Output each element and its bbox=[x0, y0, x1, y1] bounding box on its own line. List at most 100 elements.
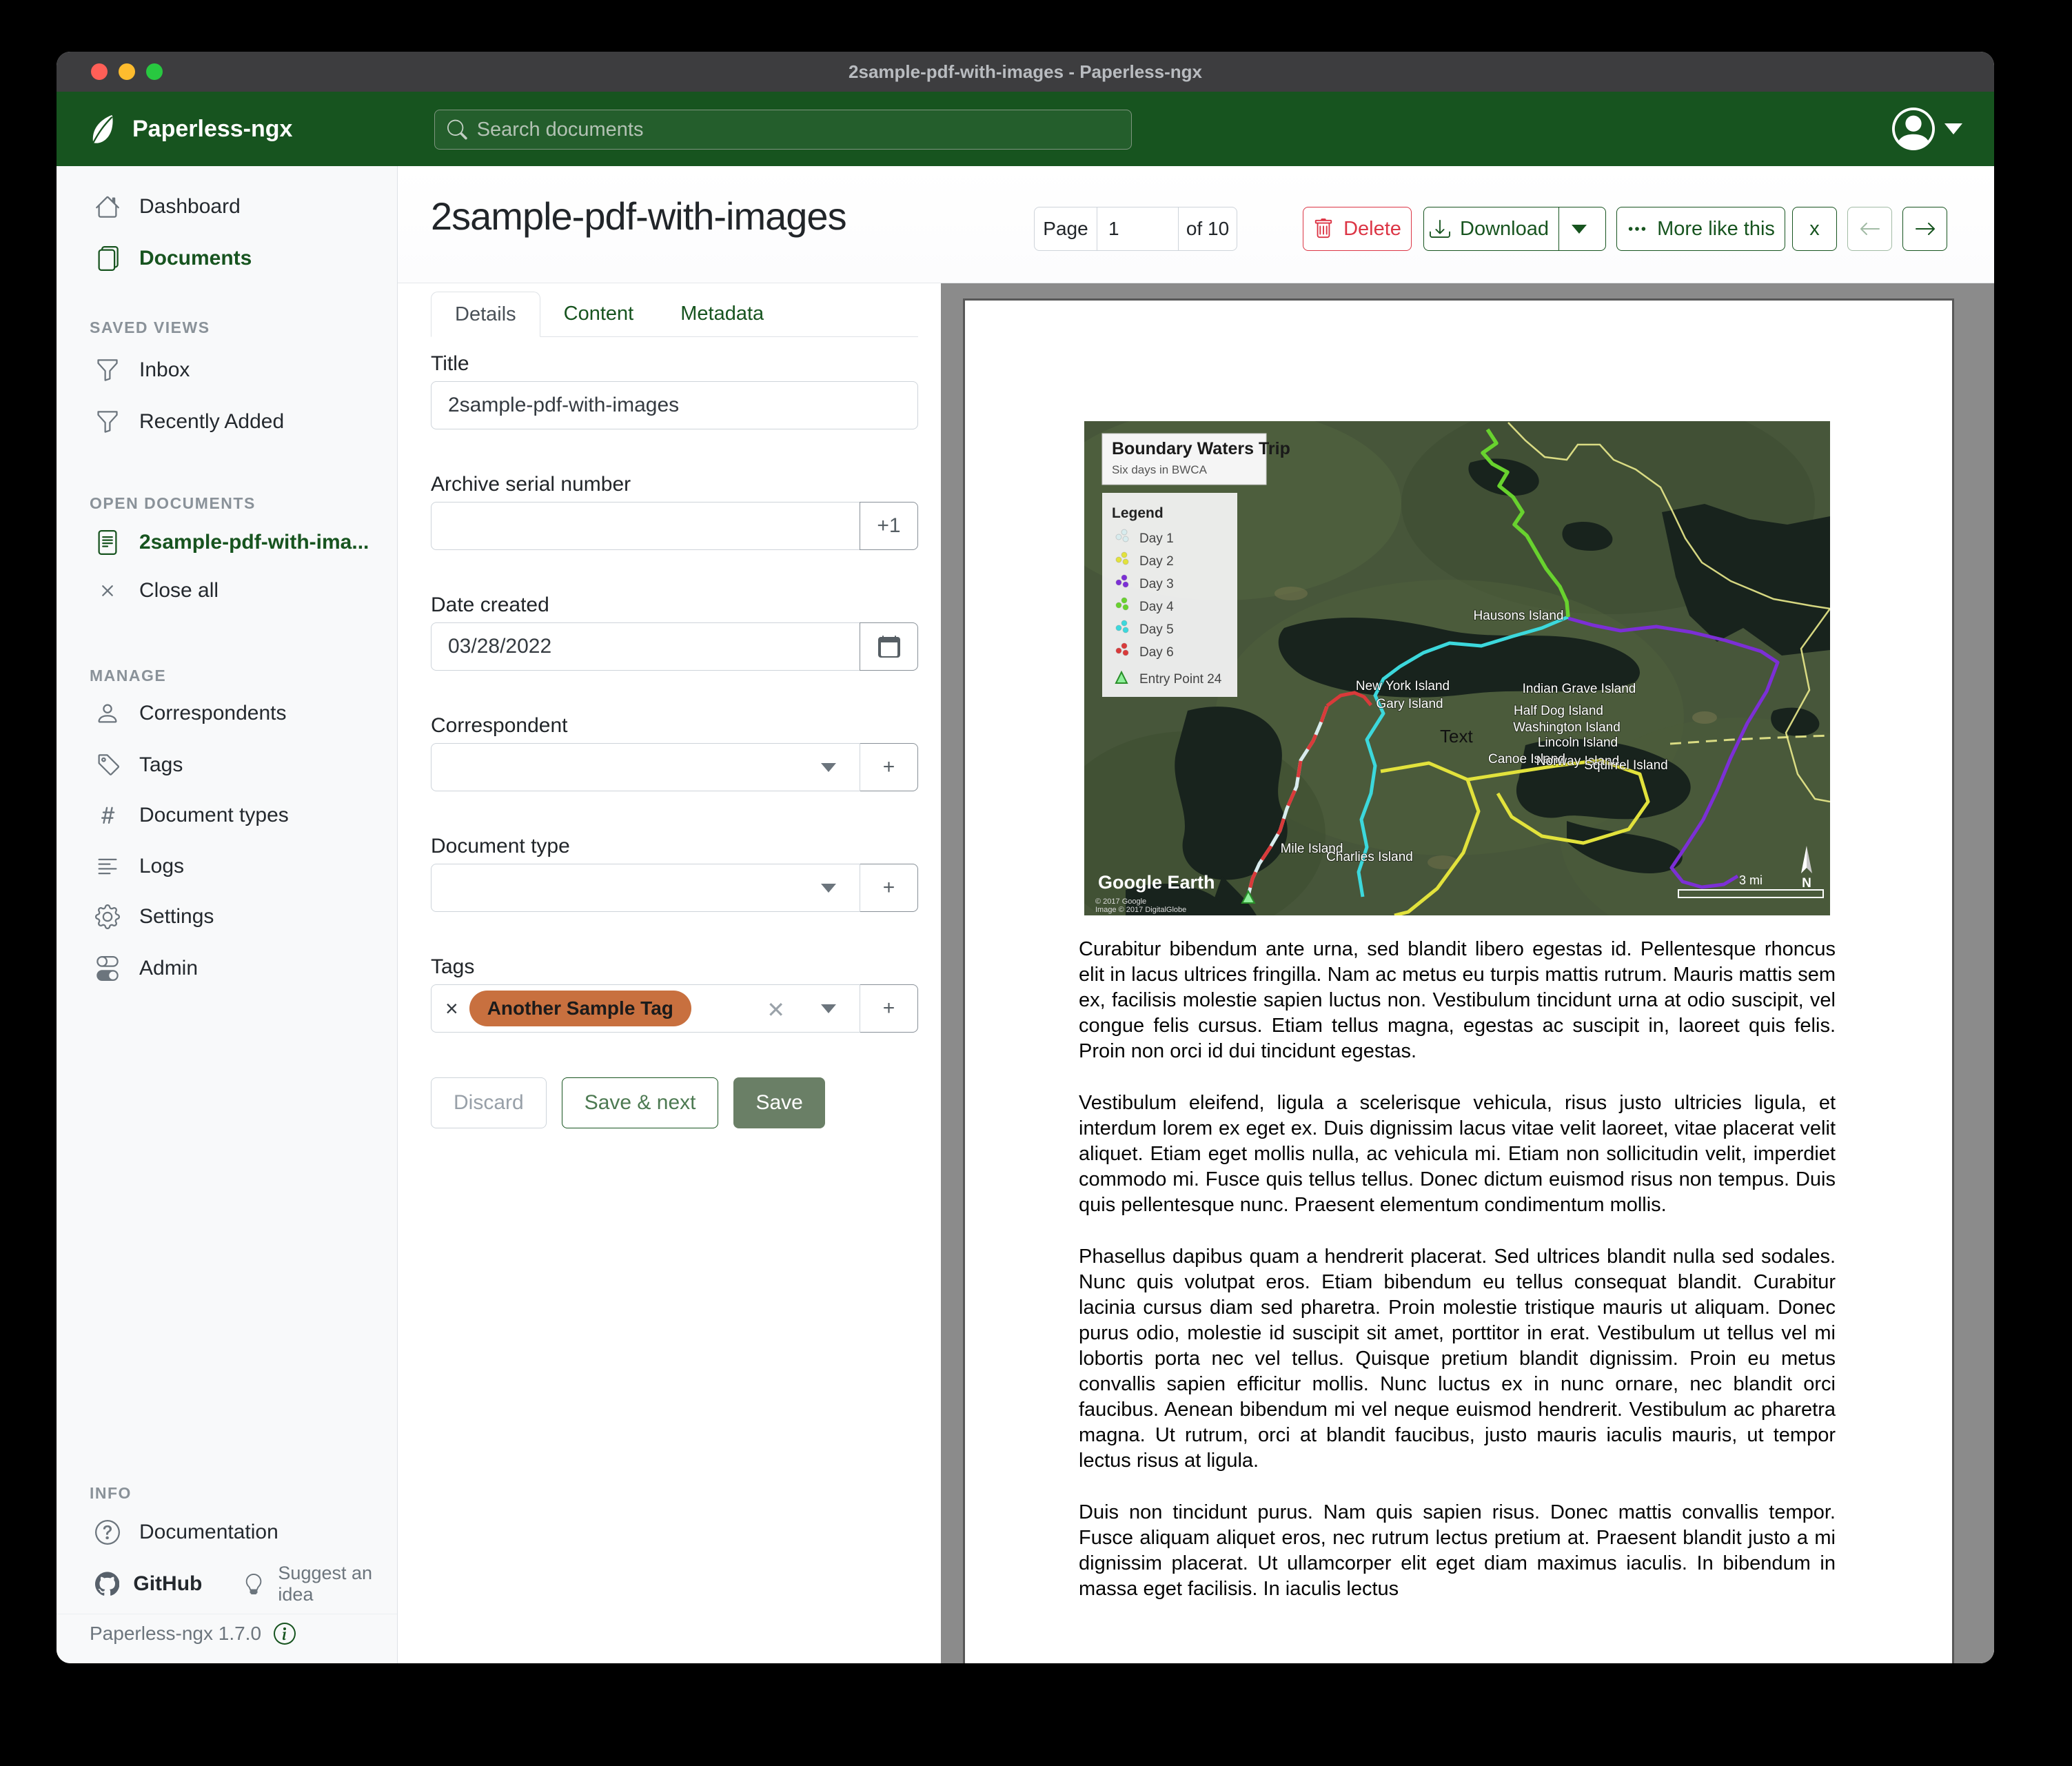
info-icon[interactable] bbox=[274, 1623, 296, 1645]
tab-metadata[interactable]: Metadata bbox=[657, 291, 787, 336]
sidebar-item-admin[interactable]: Admin bbox=[57, 947, 397, 990]
sidebar-item-label: Settings bbox=[139, 905, 214, 928]
user-account-menu[interactable] bbox=[1892, 92, 1962, 166]
svg-text:Charlies Island: Charlies Island bbox=[1326, 850, 1413, 864]
correspondent-select[interactable] bbox=[431, 743, 860, 791]
save-button[interactable]: Save bbox=[733, 1077, 824, 1128]
sidebar-item-inbox[interactable]: Inbox bbox=[57, 349, 397, 392]
sidebar-item-label: 2sample-pdf-with-ima... bbox=[139, 531, 369, 554]
arrow-left-icon bbox=[1859, 218, 1881, 240]
svg-text:Squirrel Island: Squirrel Island bbox=[1584, 758, 1667, 773]
pdf-paragraph: Vestibulum eleifend, ligula a scelerisqu… bbox=[1079, 1090, 1836, 1218]
sidebar-item-label: Document types bbox=[139, 804, 289, 827]
more-like-this-button[interactable]: More like this bbox=[1616, 207, 1785, 251]
legend-label: Day 6 bbox=[1139, 645, 1174, 660]
document-type-label: Document type bbox=[431, 835, 918, 858]
asn-field-label: Archive serial number bbox=[431, 473, 918, 496]
svg-text:Lincoln Island: Lincoln Island bbox=[1538, 735, 1618, 750]
sidebar-item-dashboard[interactable]: Dashboard bbox=[57, 185, 397, 228]
sidebar-item-correspondents[interactable]: Correspondents bbox=[57, 692, 397, 735]
brand[interactable]: Paperless-ngx bbox=[88, 92, 292, 166]
page-number-input[interactable] bbox=[1097, 218, 1178, 240]
funnel-icon bbox=[95, 409, 120, 434]
google-earth-logo: Google Earth bbox=[1098, 872, 1215, 893]
map-subtitle: Six days in BWCA bbox=[1112, 463, 1208, 476]
discard-button[interactable]: Discard bbox=[431, 1077, 547, 1128]
github-icon[interactable] bbox=[95, 1570, 119, 1598]
download-options-button[interactable] bbox=[1558, 207, 1600, 251]
asn-input[interactable] bbox=[431, 502, 860, 550]
tags-select[interactable]: × Another Sample Tag ✕ bbox=[431, 984, 860, 1033]
main-content: 2sample-pdf-with-images Page of 10 Delet… bbox=[398, 166, 1994, 1663]
suggest-idea-link[interactable]: Suggest an idea bbox=[278, 1563, 397, 1605]
add-tag-button[interactable]: + bbox=[860, 984, 918, 1033]
download-icon bbox=[1430, 219, 1450, 239]
form-actions: Discard Save & next Save bbox=[431, 1077, 918, 1128]
window-controls bbox=[91, 63, 163, 80]
sidebar-item-logs[interactable]: Logs bbox=[57, 845, 397, 888]
arrow-right-icon bbox=[1914, 218, 1936, 240]
download-button[interactable]: Download bbox=[1423, 207, 1606, 251]
download-button-label: Download bbox=[1460, 218, 1549, 241]
search-input[interactable] bbox=[477, 119, 1119, 141]
sidebar-item-documentation[interactable]: Documentation bbox=[57, 1511, 397, 1554]
close-document-button[interactable]: x bbox=[1792, 207, 1837, 251]
sidebar-item-close-all[interactable]: Close all bbox=[57, 569, 397, 612]
zoom-window-button[interactable] bbox=[146, 63, 163, 80]
pdf-preview-pane[interactable]: Boundary Waters Trip Six days in BWCA Le… bbox=[941, 283, 1994, 1663]
asn-increment-button[interactable]: +1 bbox=[860, 502, 918, 550]
document-type-select[interactable] bbox=[431, 864, 860, 912]
map-copyright2: Image © 2017 DigitalGlobe bbox=[1095, 906, 1186, 914]
search-bar[interactable] bbox=[434, 110, 1132, 150]
remove-tag-icon[interactable]: × bbox=[445, 997, 458, 1019]
date-created-input[interactable] bbox=[431, 622, 860, 671]
sidebar-item-tags[interactable]: Tags bbox=[57, 744, 397, 786]
file-text-icon bbox=[95, 530, 120, 555]
add-document-type-button[interactable]: + bbox=[860, 864, 918, 912]
tab-details[interactable]: Details bbox=[431, 292, 540, 337]
version-label: Paperless-ngx 1.7.0 bbox=[90, 1623, 261, 1645]
caret-down-icon bbox=[821, 1004, 836, 1013]
search-icon bbox=[447, 119, 467, 140]
hash-icon bbox=[95, 803, 120, 828]
app-header: Paperless-ngx bbox=[57, 92, 1994, 166]
github-suggest-row: GitHub Suggest an idea bbox=[57, 1563, 397, 1605]
delete-button[interactable]: Delete bbox=[1303, 207, 1412, 251]
version-row: Paperless-ngx 1.7.0 bbox=[57, 1614, 397, 1652]
document-header: 2sample-pdf-with-images Page of 10 Delet… bbox=[398, 166, 1994, 283]
correspondent-label: Correspondent bbox=[431, 714, 918, 738]
pdf-page: Boundary Waters Trip Six days in BWCA Le… bbox=[963, 298, 1954, 1663]
date-created-label: Date created bbox=[431, 593, 918, 617]
gear-icon bbox=[95, 904, 120, 929]
sidebar-item-recently-added[interactable]: Recently Added bbox=[57, 400, 397, 443]
pdf-paragraph: Duis non tincidunt purus. Nam quis sapie… bbox=[1079, 1500, 1836, 1602]
page-title: 2sample-pdf-with-images bbox=[431, 194, 846, 238]
save-and-next-button[interactable]: Save & next bbox=[562, 1077, 719, 1128]
sidebar-item-label: Admin bbox=[139, 957, 198, 980]
clear-tags-icon[interactable]: ✕ bbox=[766, 997, 785, 1023]
previous-document-button[interactable] bbox=[1847, 207, 1892, 251]
minimize-window-button[interactable] bbox=[119, 63, 135, 80]
tag-chip[interactable]: Another Sample Tag bbox=[469, 991, 691, 1026]
close-window-button[interactable] bbox=[91, 63, 108, 80]
date-picker-button[interactable] bbox=[860, 622, 918, 671]
svg-text:Hausons Island: Hausons Island bbox=[1474, 609, 1564, 623]
question-circle-icon bbox=[95, 1520, 120, 1545]
sidebar-item-settings[interactable]: Settings bbox=[57, 895, 397, 938]
legend-label: Day 2 bbox=[1139, 554, 1174, 569]
details-pane: Details Content Metadata Title Archive s… bbox=[431, 283, 918, 1128]
title-input[interactable] bbox=[431, 381, 918, 429]
house-icon bbox=[95, 194, 120, 219]
map-image: Boundary Waters Trip Six days in BWCA Le… bbox=[1084, 421, 1830, 915]
github-link[interactable]: GitHub bbox=[133, 1572, 202, 1596]
tab-content[interactable]: Content bbox=[540, 291, 658, 336]
sidebar-item-label: Documentation bbox=[139, 1521, 278, 1544]
sidebar-item-open-document[interactable]: 2sample-pdf-with-ima... bbox=[57, 521, 397, 564]
user-avatar-icon bbox=[1892, 108, 1935, 150]
next-document-button[interactable] bbox=[1902, 207, 1947, 251]
add-correspondent-button[interactable]: + bbox=[860, 743, 918, 791]
paperless-leaf-icon bbox=[88, 113, 120, 145]
sidebar-item-document-types[interactable]: Document types bbox=[57, 794, 397, 837]
sidebar-item-label: Correspondents bbox=[139, 702, 286, 725]
sidebar-item-documents[interactable]: Documents bbox=[57, 237, 397, 280]
